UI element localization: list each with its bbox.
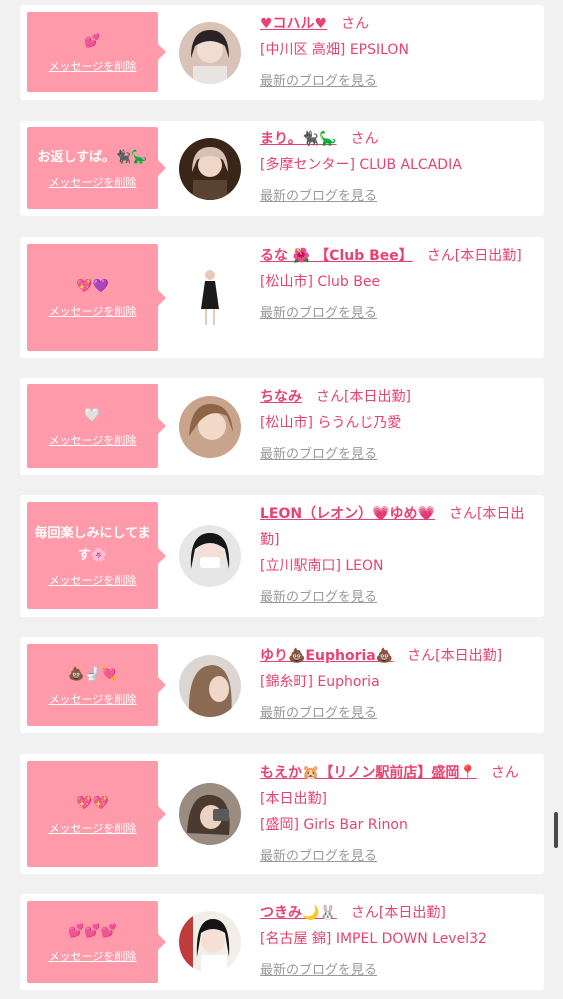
latest-blog-link[interactable]: 最新のブログを見る — [260, 184, 377, 210]
message-text: 🤍 — [84, 407, 101, 423]
message-text: 毎回楽しみにしてます🌸 — [34, 526, 151, 563]
latest-blog-link[interactable]: 最新のブログを見る — [260, 442, 377, 468]
thread-card: 🤍 メッセージを削除 ちなみ さん[本日出勤] [松山市] らうんじ乃愛 最新のブ… — [20, 378, 544, 475]
honorific: さん[本日出勤] — [350, 905, 446, 921]
cast-name-link[interactable]: もえか🐹【リノン駅前店】盛岡📍 — [260, 765, 477, 781]
message-text: 💕💕💕 — [68, 923, 117, 939]
delete-message-link[interactable]: メッセージを削除 — [49, 572, 137, 588]
cast-name-link[interactable]: ゆり💩Euphoria💩 — [260, 648, 393, 664]
avatar[interactable] — [179, 655, 241, 717]
thread-info: まり。🐈‍⬛🦕 さん [多摩センター] CLUB ALCADIA 最新のブログを見… — [260, 126, 526, 210]
delete-message-link[interactable]: メッセージを削除 — [49, 691, 137, 707]
message-thread-list: 💕 メッセージを削除 ♥コハル♥ さん [中川区 高畑] EPSILON 最新のブ… — [0, 0, 563, 999]
message-bubble: 💖💖 メッセージを削除 — [27, 761, 166, 867]
honorific: さん[本日出勤] — [426, 248, 522, 264]
avatar[interactable] — [179, 396, 241, 458]
honorific: さん — [350, 131, 379, 147]
latest-blog-link[interactable]: 最新のブログを見る — [260, 301, 377, 327]
cast-name-link[interactable]: ♥コハル♥ — [260, 16, 327, 32]
delete-message-link[interactable]: メッセージを削除 — [49, 948, 137, 964]
cast-name-link[interactable]: まり。🐈‍⬛🦕 — [260, 131, 337, 147]
cast-name-link[interactable]: ちなみ — [260, 389, 302, 405]
thread-card: 毎回楽しみにしてます🌸 メッセージを削除 LEON（レオン）💗ゆめ💗 さん[本日出… — [20, 495, 544, 617]
latest-blog-link[interactable]: 最新のブログを見る — [260, 701, 377, 727]
thread-info: ゆり💩Euphoria💩 さん[本日出勤] [錦糸町] Euphoria 最新のブ… — [260, 643, 526, 727]
shop-label: [名古屋 錦] IMPEL DOWN Level32 — [260, 931, 487, 947]
thread-info: ちなみ さん[本日出勤] [松山市] らうんじ乃愛 最新のブログを見る — [260, 384, 526, 468]
thread-info: もえか🐹【リノン駅前店】盛岡📍 さん[本日出勤] [盛岡] Girls Bar R… — [260, 760, 526, 870]
delete-message-link[interactable]: メッセージを削除 — [49, 303, 137, 319]
delete-message-link[interactable]: メッセージを削除 — [49, 174, 137, 190]
thread-info: ♥コハル♥ さん [中川区 高畑] EPSILON 最新のブログを見る — [260, 11, 526, 95]
thread-card: 💕 メッセージを削除 ♥コハル♥ さん [中川区 高畑] EPSILON 最新のブ… — [20, 5, 544, 100]
avatar[interactable] — [179, 911, 241, 973]
shop-label: [松山市] Club Bee — [260, 274, 381, 290]
shop-label: [多摩センター] CLUB ALCADIA — [260, 157, 462, 173]
scrollbar-thumb[interactable] — [554, 812, 558, 848]
message-text: 💕 — [84, 33, 101, 49]
thread-card: 💖💖 メッセージを削除 もえか🐹【リノン駅前店】盛岡📍 さん[本日出勤] [盛岡]… — [20, 754, 544, 874]
message-bubble: 💩🚽💘 メッセージを削除 — [27, 644, 166, 726]
message-bubble: お返しすば。🐈‍⬛🦕 メッセージを削除 — [27, 127, 166, 209]
delete-message-link[interactable]: メッセージを削除 — [49, 58, 137, 74]
thread-card: お返しすば。🐈‍⬛🦕 メッセージを削除 まり。🐈‍⬛🦕 さん [多摩センター] C… — [20, 121, 544, 216]
message-bubble: 💕💕💕 メッセージを削除 — [27, 901, 166, 983]
cast-name-link[interactable]: つきみ🌙🐰 — [260, 905, 337, 921]
cast-name-link[interactable]: るな 🌺 【Club Bee】 — [260, 248, 413, 264]
message-text: お返しすば。🐈‍⬛🦕 — [37, 149, 148, 165]
shop-label: [錦糸町] Euphoria — [260, 674, 380, 690]
message-text: 💖💖 — [76, 795, 109, 811]
thread-info: るな 🌺 【Club Bee】 さん[本日出勤] [松山市] Club Bee 最… — [260, 243, 526, 327]
message-bubble: 🤍 メッセージを削除 — [27, 384, 166, 468]
delete-message-link[interactable]: メッセージを削除 — [49, 820, 137, 836]
thread-info: つきみ🌙🐰 さん[本日出勤] [名古屋 錦] IMPEL DOWN Level32… — [260, 900, 526, 984]
shop-label: [中川区 高畑] EPSILON — [260, 42, 409, 58]
thread-info: LEON（レオン）💗ゆめ💗 さん[本日出勤] [立川駅南口] LEON 最新のブロ… — [260, 501, 526, 611]
avatar[interactable] — [179, 525, 241, 587]
message-bubble: 💕 メッセージを削除 — [27, 12, 166, 92]
thread-card: 💖💜 メッセージを削除 るな 🌺 【Club Bee】 さん[本日出勤] [松山市… — [20, 237, 544, 358]
avatar[interactable] — [179, 22, 241, 84]
honorific: さん — [341, 16, 370, 32]
honorific: さん[本日出勤] — [316, 389, 411, 405]
avatar[interactable] — [179, 265, 241, 327]
honorific: さん[本日出勤] — [407, 648, 503, 664]
latest-blog-link[interactable]: 最新のブログを見る — [260, 69, 377, 95]
shop-label: [松山市] らうんじ乃愛 — [260, 415, 402, 431]
avatar[interactable] — [179, 138, 241, 200]
latest-blog-link[interactable]: 最新のブログを見る — [260, 585, 377, 611]
message-text: 💩🚽💘 — [68, 666, 117, 682]
thread-card: 💕💕💕 メッセージを削除 つきみ🌙🐰 さん[本日出勤] [名古屋 錦] IMPEL… — [20, 894, 544, 990]
shop-label: [盛岡] Girls Bar Rinon — [260, 817, 408, 833]
message-text: 💖💜 — [76, 279, 109, 294]
message-bubble: 💖💜 メッセージを削除 — [27, 244, 166, 351]
shop-label: [立川駅南口] LEON — [260, 558, 384, 574]
cast-name-link[interactable]: LEON（レオン）💗ゆめ💗 — [260, 506, 435, 522]
message-bubble: 毎回楽しみにしてます🌸 メッセージを削除 — [27, 502, 166, 609]
delete-message-link[interactable]: メッセージを削除 — [49, 432, 137, 448]
avatar[interactable] — [179, 783, 241, 845]
latest-blog-link[interactable]: 最新のブログを見る — [260, 958, 377, 984]
latest-blog-link[interactable]: 最新のブログを見る — [260, 844, 377, 870]
thread-card: 💩🚽💘 メッセージを削除 ゆり💩Euphoria💩 さん[本日出勤] [錦糸町] … — [20, 637, 544, 733]
